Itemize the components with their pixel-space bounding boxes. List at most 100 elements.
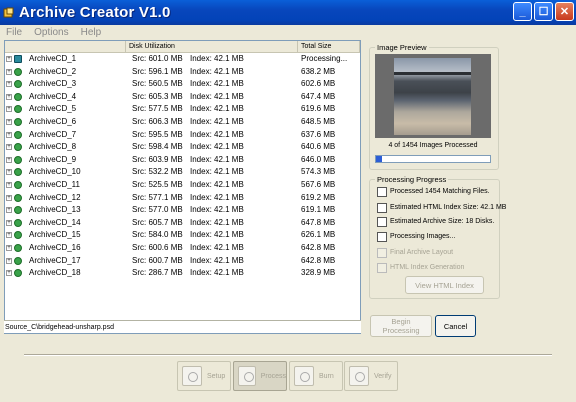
archive-name: ArchiveCD_13 (29, 205, 81, 215)
processing-status-icon (14, 55, 22, 63)
menu-help[interactable]: Help (81, 27, 102, 38)
nav-setup-button[interactable]: Setup (177, 361, 231, 391)
expand-icon[interactable]: + (6, 194, 12, 201)
image-progress-bar (375, 155, 491, 163)
archive-row[interactable]: + ArchiveCD_3 Src: 560.5 MB Index: 42.1 MB 6… (5, 78, 360, 91)
archive-name: ArchiveCD_14 (29, 217, 81, 227)
ready-status-icon (14, 269, 22, 278)
begin-processing-button[interactable]: Begin Processing (370, 315, 432, 337)
archive-row[interactable]: + ArchiveCD_1 Src: 601.0 MB Index: 42.1 MB P… (5, 53, 360, 66)
expand-icon[interactable]: + (6, 118, 12, 125)
archive-index-size: Index: 42.1 MB (190, 129, 244, 139)
archive-row[interactable]: + ArchiveCD_15 Src: 584.0 MB Index: 42.1 MB… (5, 229, 360, 242)
column-header-total[interactable]: Total Size (298, 41, 360, 53)
archive-index-size: Index: 42.1 MB (190, 116, 244, 126)
archive-size-icon (377, 216, 387, 227)
processing-step-label: Processing Images... (390, 233, 456, 240)
archive-row[interactable]: + ArchiveCD_9 Src: 603.9 MB Index: 42.1 MB 6… (5, 154, 360, 167)
expand-icon[interactable]: + (6, 207, 12, 214)
ready-status-icon (14, 206, 22, 215)
archive-row[interactable]: + ArchiveCD_10 Src: 532.2 MB Index: 42.1 MB… (5, 166, 360, 179)
expand-icon[interactable]: + (6, 144, 12, 151)
menu-options[interactable]: Options (34, 27, 68, 38)
expand-icon[interactable]: + (6, 106, 12, 113)
image-progress-fill (376, 156, 382, 162)
nav-verify-button[interactable]: Verify (344, 361, 398, 391)
archive-row[interactable]: + ArchiveCD_7 Src: 595.5 MB Index: 42.1 MB 6… (5, 129, 360, 142)
ready-status-icon (14, 256, 22, 265)
archive-row[interactable]: + ArchiveCD_13 Src: 577.0 MB Index: 42.1 MB… (5, 204, 360, 217)
archive-row[interactable]: + ArchiveCD_12 Src: 577.1 MB Index: 42.1 MB… (5, 192, 360, 205)
minimize-button[interactable]: _ (513, 2, 532, 21)
column-header-name[interactable] (5, 41, 126, 53)
html-generation-icon (377, 262, 387, 273)
expand-icon[interactable]: + (6, 56, 12, 62)
archive-source-size: Src: 577.1 MB (132, 192, 183, 202)
archive-total-size: 626.1 MB (301, 230, 336, 240)
archive-row[interactable]: + ArchiveCD_4 Src: 605.3 MB Index: 42.1 MB 6… (5, 91, 360, 104)
close-button[interactable]: ✕ (555, 2, 574, 21)
archive-index-size: Index: 42.1 MB (190, 268, 244, 278)
archive-list[interactable]: Disk Utilization Total Size + ArchiveCD_1… (4, 40, 361, 334)
nav-burn-button[interactable]: Burn (289, 361, 343, 391)
archive-total-size: 642.8 MB (301, 255, 336, 265)
expand-icon[interactable]: + (6, 232, 12, 239)
archive-name: ArchiveCD_6 (29, 116, 77, 126)
files-icon (377, 186, 387, 197)
menu-file[interactable]: File (6, 27, 22, 38)
processing-step: Estimated Archive Size: 18 Disks. (377, 216, 494, 227)
column-header-disk[interactable]: Disk Utilization (126, 41, 298, 53)
expand-icon[interactable]: + (6, 169, 12, 176)
archive-source-size: Src: 525.5 MB (132, 179, 183, 189)
archive-index-size: Index: 42.1 MB (190, 54, 244, 63)
expand-icon[interactable]: + (6, 68, 12, 75)
expand-icon[interactable]: + (6, 244, 12, 251)
archive-index-size: Index: 42.1 MB (190, 192, 244, 202)
archive-row[interactable]: + ArchiveCD_17 Src: 600.7 MB Index: 42.1 MB… (5, 255, 360, 268)
archive-index-size: Index: 42.1 MB (190, 242, 244, 252)
expand-icon[interactable]: + (6, 270, 12, 277)
archive-source-size: Src: 560.5 MB (132, 79, 183, 89)
archive-total-size: 619.1 MB (301, 205, 336, 215)
archive-row[interactable]: + ArchiveCD_14 Src: 605.7 MB Index: 42.1 MB… (5, 217, 360, 230)
archive-row[interactable]: + ArchiveCD_8 Src: 598.4 MB Index: 42.1 MB 6… (5, 141, 360, 154)
ready-status-icon (14, 155, 22, 164)
cancel-button[interactable]: Cancel (435, 315, 476, 337)
ready-status-icon (14, 92, 22, 101)
archive-row[interactable]: + ArchiveCD_11 Src: 525.5 MB Index: 42.1 MB… (5, 179, 360, 192)
expand-icon[interactable]: + (6, 81, 12, 88)
archive-total-size: 567.6 MB (301, 179, 336, 189)
view-html-index-button[interactable]: View HTML Index (405, 276, 484, 294)
archive-source-size: Src: 598.4 MB (132, 142, 183, 152)
expand-icon[interactable]: + (6, 181, 12, 188)
processing-step-label: HTML Index Generation (390, 264, 465, 271)
archive-total-size: 646.0 MB (301, 154, 336, 164)
processing-step-label: Final Archive Layout (390, 249, 454, 256)
expand-icon[interactable]: + (6, 131, 12, 138)
nav-process-button[interactable]: Process (233, 361, 287, 391)
archive-row[interactable]: + ArchiveCD_16 Src: 600.6 MB Index: 42.1 MB… (5, 242, 360, 255)
maximize-button[interactable]: ☐ (534, 2, 553, 21)
ready-status-icon (14, 130, 22, 139)
expand-icon[interactable]: + (6, 93, 12, 100)
archive-name: ArchiveCD_9 (29, 154, 77, 164)
archive-source-size: Src: 606.3 MB (132, 116, 183, 126)
nav-burn-label: Burn (319, 372, 334, 380)
archive-row[interactable]: + ArchiveCD_6 Src: 606.3 MB Index: 42.1 MB 6… (5, 116, 360, 129)
verify-icon (349, 366, 369, 386)
archive-index-size: Index: 42.1 MB (190, 104, 244, 114)
archive-name: ArchiveCD_18 (29, 268, 81, 278)
images-icon (377, 231, 387, 242)
archive-name: ArchiveCD_3 (29, 79, 77, 89)
processing-step-label: Processed 1454 Matching Files. (390, 188, 490, 195)
archive-row[interactable]: + ArchiveCD_5 Src: 577.5 MB Index: 42.1 MB 6… (5, 103, 360, 116)
archive-row[interactable]: + ArchiveCD_18 Src: 286.7 MB Index: 42.1 MB… (5, 267, 360, 280)
archive-source-size: Src: 596.1 MB (132, 66, 183, 76)
expand-icon[interactable]: + (6, 156, 12, 163)
archive-index-size: Index: 42.1 MB (190, 79, 244, 89)
archive-row[interactable]: + ArchiveCD_2 Src: 596.1 MB Index: 42.1 MB 6… (5, 66, 360, 79)
setup-icon (182, 366, 202, 386)
expand-icon[interactable]: + (6, 219, 12, 226)
expand-icon[interactable]: + (6, 257, 12, 264)
archive-source-size: Src: 286.7 MB (132, 268, 183, 278)
